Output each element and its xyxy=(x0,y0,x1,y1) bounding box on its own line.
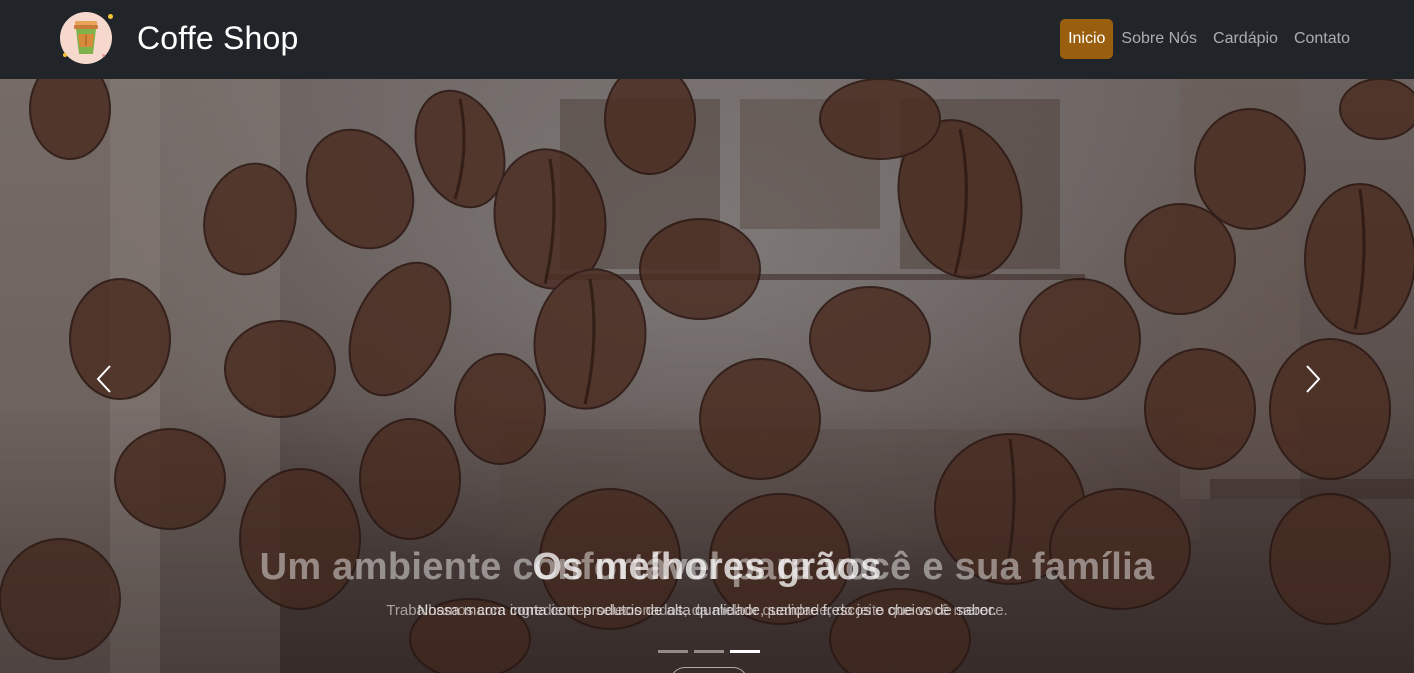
hero-cta-button[interactable] xyxy=(670,667,748,673)
carousel-prev-button[interactable] xyxy=(74,349,134,409)
carousel-indicator[interactable] xyxy=(730,650,760,653)
chevron-left-icon xyxy=(96,365,111,393)
slide-text: Nossa marca conta com produtos de alta q… xyxy=(417,602,997,619)
nav-link-inicio[interactable]: Inicio xyxy=(1060,19,1114,59)
chevron-right-icon xyxy=(1306,365,1321,393)
slide-title: Os melhores grãos xyxy=(532,546,882,588)
brand[interactable]: Coffe Shop xyxy=(60,10,299,66)
nav-link-sobre-nos[interactable]: Sobre Nós xyxy=(1113,19,1205,59)
nav-link-contato[interactable]: Contato xyxy=(1286,19,1358,59)
main-nav: Inicio Sobre Nós Cardápio Contato xyxy=(1060,19,1358,59)
brand-title: Coffe Shop xyxy=(137,19,299,56)
carousel-indicator[interactable] xyxy=(694,650,724,653)
navbar: Coffe Shop Inicio Sobre Nós Cardápio Con… xyxy=(0,0,1414,79)
carousel-indicators xyxy=(658,650,760,653)
carousel-indicator[interactable] xyxy=(658,650,688,653)
carousel-next-button[interactable] xyxy=(1283,349,1343,409)
hero-carousel: Um ambiente confortável para você e sua … xyxy=(0,79,1414,673)
coffee-cup-icon xyxy=(60,12,113,64)
nav-link-cardapio[interactable]: Cardápio xyxy=(1205,19,1286,59)
